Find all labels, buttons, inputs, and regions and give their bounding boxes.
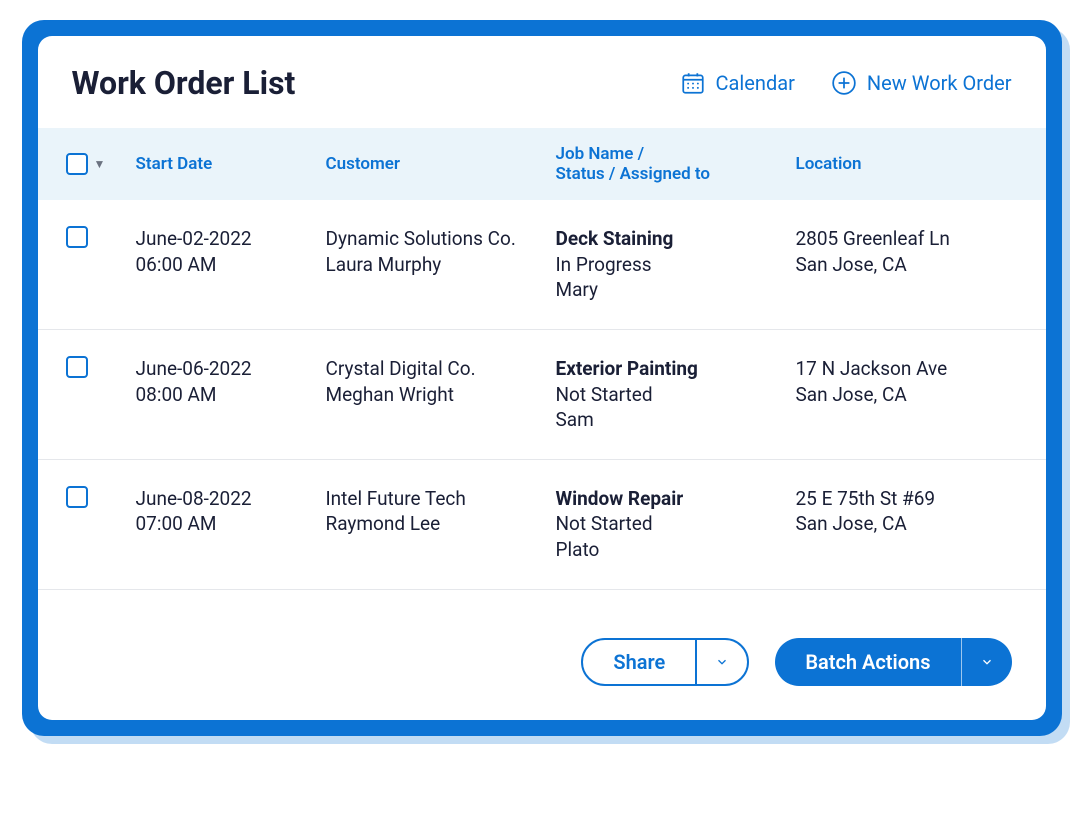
page-title: Work Order List [72,64,644,102]
row-addr1: 17 N Jackson Ave [796,356,1018,382]
col-location[interactable]: Location [796,154,1018,174]
share-button[interactable]: Share [581,638,749,686]
row-time: 06:00 AM [136,252,326,278]
row-job-name: Window Repair [556,486,796,512]
card-header: Work Order List [38,36,1046,128]
row-addr2: San Jose, CA [796,252,1018,278]
chevron-down-icon [715,655,729,669]
row-checkbox[interactable] [66,226,88,248]
batch-actions-button[interactable]: Batch Actions [775,638,1011,686]
row-status: In Progress [556,252,796,278]
batch-actions-label: Batch Actions [775,638,960,686]
table-row[interactable]: June-08-2022 07:00 AM Intel Future Tech … [38,460,1046,590]
col-customer[interactable]: Customer [326,154,556,174]
table-row[interactable]: June-06-2022 08:00 AM Crystal Digital Co… [38,330,1046,460]
row-status: Not Started [556,511,796,537]
row-company: Intel Future Tech [326,486,556,512]
row-date: June-08-2022 [136,486,326,512]
sort-caret-icon[interactable]: ▼ [94,157,106,171]
app-frame: Work Order List [22,20,1062,736]
share-label: Share [583,640,695,684]
work-order-card: Work Order List [38,36,1046,720]
row-status: Not Started [556,382,796,408]
row-addr2: San Jose, CA [796,382,1018,408]
row-job-name: Deck Staining [556,226,796,252]
row-checkbox[interactable] [66,486,88,508]
row-addr1: 2805 Greenleaf Ln [796,226,1018,252]
col-start-date[interactable]: Start Date [136,154,326,174]
row-contact: Meghan Wright [326,382,556,408]
calendar-label: Calendar [716,71,795,95]
row-date: June-02-2022 [136,226,326,252]
batch-actions-caret[interactable] [961,638,1012,686]
row-assigned: Mary [556,277,796,303]
row-assigned: Plato [556,537,796,563]
new-work-order-button[interactable]: New Work Order [831,70,1012,96]
select-all-checkbox[interactable] [66,153,88,175]
row-company: Crystal Digital Co. [326,356,556,382]
row-time: 08:00 AM [136,382,326,408]
row-date: June-06-2022 [136,356,326,382]
table-header: ▼ Start Date Customer Job Name / Status … [38,128,1046,200]
plus-circle-icon [831,70,857,96]
new-work-order-label: New Work Order [867,71,1012,95]
row-time: 07:00 AM [136,511,326,537]
row-checkbox[interactable] [66,356,88,378]
row-addr1: 25 E 75th St #69 [796,486,1018,512]
row-job-name: Exterior Painting [556,356,796,382]
row-company: Dynamic Solutions Co. [326,226,556,252]
row-contact: Laura Murphy [326,252,556,278]
table-row[interactable]: June-02-2022 06:00 AM Dynamic Solutions … [38,200,1046,330]
col-job-line1: Job Name / [556,144,796,164]
col-job-line2: Status / Assigned to [556,164,796,184]
row-contact: Raymond Lee [326,511,556,537]
col-job[interactable]: Job Name / Status / Assigned to [556,144,796,184]
row-assigned: Sam [556,407,796,433]
calendar-icon [680,70,706,96]
row-addr2: San Jose, CA [796,511,1018,537]
card-footer: Share Batch Actions [38,590,1046,720]
chevron-down-icon [980,655,994,669]
calendar-button[interactable]: Calendar [680,70,795,96]
share-caret[interactable] [695,640,747,684]
